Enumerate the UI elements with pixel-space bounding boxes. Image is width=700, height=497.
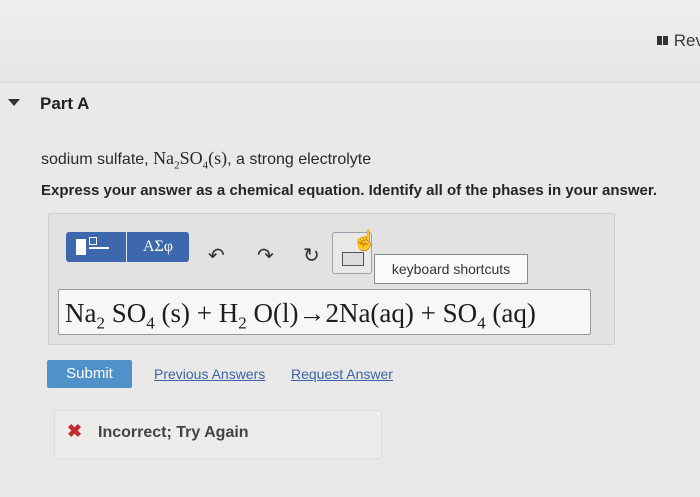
answer-part-3: (s) + H: [154, 298, 239, 328]
incorrect-x-icon: ✖: [67, 421, 83, 441]
question-formula: Na2SO4(s): [153, 148, 228, 172]
answer-sub-2: 4: [146, 313, 155, 333]
undo-icon[interactable]: ↶: [208, 246, 225, 266]
review-icon: [657, 36, 663, 45]
answer-sub-1: 2: [96, 313, 105, 333]
reset-icon[interactable]: ↻: [303, 246, 320, 266]
hand-cursor-icon: ☝: [352, 230, 377, 252]
formula-phase: (s): [208, 148, 228, 168]
answer-input[interactable]: Na2 SO4 (s) + H2 O(l)→2Na(aq) + SO4 (aq): [58, 289, 591, 335]
request-answer-link[interactable]: Request Answer: [291, 366, 393, 382]
question-suffix: , a strong electrolyte: [227, 151, 372, 168]
symbols-button[interactable]: ΑΣφ: [127, 232, 189, 262]
submit-button[interactable]: Submit: [47, 360, 132, 388]
answer-part-5: (aq): [485, 298, 536, 328]
top-banner: [0, 0, 700, 83]
answer-part-2: SO: [104, 298, 147, 328]
templates-button[interactable]: [66, 232, 126, 262]
part-title: Part A: [40, 94, 90, 113]
previous-answers-link[interactable]: Previous Answers: [154, 366, 265, 382]
template-box-icon: [89, 237, 97, 245]
answer-part-1: Na: [65, 298, 97, 328]
review-label: Rev: [673, 31, 700, 50]
collapse-caret-icon[interactable]: [8, 99, 20, 106]
answer-part-4: O(l)→2Na(aq) + SO: [246, 298, 478, 328]
feedback-text: Incorrect; Try Again: [98, 424, 249, 441]
question-prefix: sodium sulfate,: [41, 151, 154, 168]
template-line-icon: [89, 247, 109, 249]
formula-so: SO: [179, 148, 203, 168]
review-icon-bar: [663, 36, 669, 45]
template-block-icon: [76, 239, 86, 255]
keyboard-icon: [342, 252, 364, 266]
review-link[interactable]: Rev: [657, 31, 700, 51]
question-text: sodium sulfate, Na2SO4(s), a strong elec…: [41, 148, 371, 172]
answer-sub-3: 2: [238, 313, 247, 333]
keyboard-shortcuts-tooltip: keyboard shortcuts: [374, 254, 528, 284]
answer-sub-4: 4: [477, 313, 486, 333]
redo-icon[interactable]: ↷: [257, 246, 274, 266]
instruction-text: Express your answer as a chemical equati…: [41, 182, 658, 199]
formula-na: Na: [153, 148, 175, 168]
